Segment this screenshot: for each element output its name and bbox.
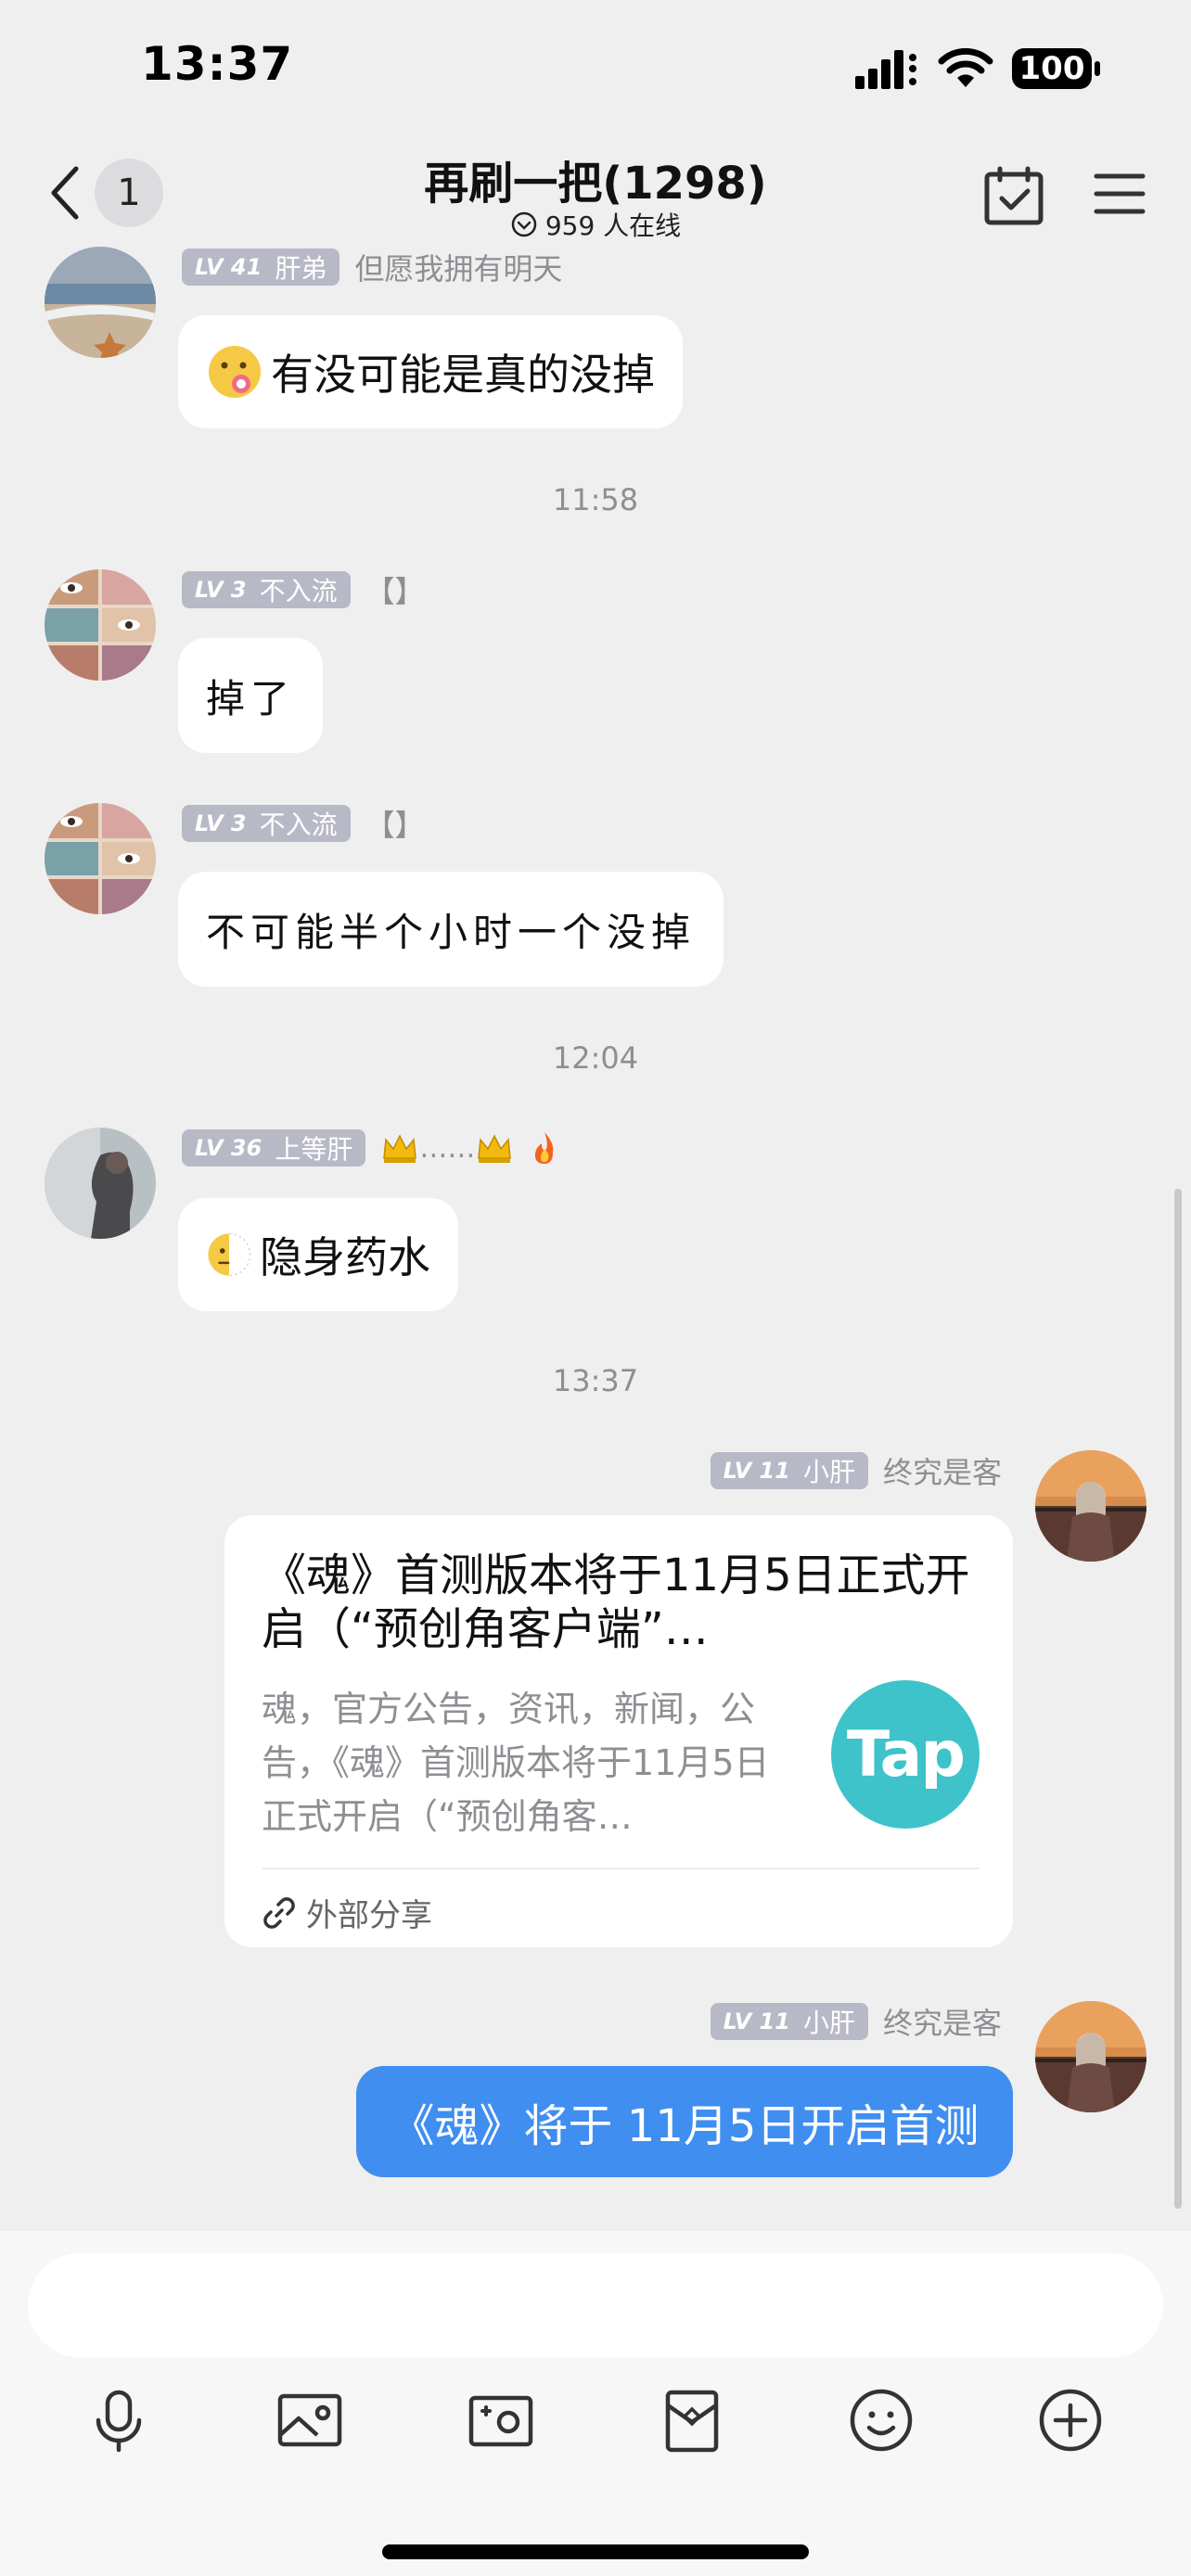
half-face-emoji-icon bbox=[208, 1232, 251, 1277]
sender-signature: 终究是客 bbox=[882, 2006, 1002, 2041]
lollipop-emoji-icon bbox=[209, 346, 261, 398]
input-area bbox=[0, 2231, 1191, 2576]
online-count-text: 959 人在线 bbox=[544, 210, 682, 241]
nav-bar: 1 再刷一把(1298) 959 人在线 bbox=[0, 139, 1191, 252]
link-card[interactable]: 《魂》首测版本将于11月5日正式开启（“预创角客户端”… 魂，官方公告，资讯，新… bbox=[224, 1515, 1013, 1947]
link-card-title: 《魂》首测版本将于11月5日正式开启（“预创角客户端”… bbox=[262, 1549, 970, 1655]
message-bubble[interactable]: 有没可能是真的没掉 bbox=[178, 315, 683, 428]
scrollbar[interactable] bbox=[1174, 1189, 1182, 2209]
avatar[interactable] bbox=[1035, 2001, 1146, 2112]
online-indicator-icon bbox=[511, 211, 537, 237]
link-card-source: 外部分享 bbox=[306, 1897, 432, 1934]
level-badge: LV 3 不入流 bbox=[182, 805, 351, 842]
timestamp: 13:37 bbox=[552, 1363, 639, 1398]
red-packet-button[interactable] bbox=[655, 2383, 729, 2457]
link-card-footer: 外部分享 bbox=[262, 1890, 432, 1935]
level-badge: LV 41 肝弟 bbox=[182, 249, 340, 286]
image-button[interactable] bbox=[273, 2383, 347, 2457]
plus-icon bbox=[1039, 2389, 1102, 2452]
sender-signature: 【】 bbox=[365, 808, 425, 843]
calendar-check-icon[interactable] bbox=[983, 165, 1044, 226]
image-icon bbox=[277, 2393, 342, 2447]
sender-meta: LV 3 不入流 【】 bbox=[182, 803, 425, 844]
sender-signature: 终究是客 bbox=[882, 1455, 1002, 1490]
message-input[interactable] bbox=[28, 2253, 1163, 2357]
sender-meta: LV 11 小肝 终究是客 bbox=[519, 1450, 1002, 1491]
crown-icon bbox=[383, 1134, 417, 1163]
camera-button[interactable] bbox=[464, 2383, 538, 2457]
sender-meta: LV 3 不入流 【】 bbox=[182, 569, 425, 610]
sender-meta: LV 36 上等肝 …… bbox=[182, 1128, 564, 1168]
sender-meta: LV 41 肝弟 但愿我拥有明天 bbox=[182, 247, 562, 287]
divider bbox=[262, 1868, 980, 1869]
microphone-icon bbox=[96, 2390, 142, 2453]
status-time: 13:37 bbox=[141, 37, 294, 91]
message-bubble[interactable]: 不可能半个小时一个没掉 bbox=[178, 872, 724, 987]
menu-icon[interactable] bbox=[1093, 167, 1146, 221]
fire-icon bbox=[535, 1132, 554, 1164]
camera-icon bbox=[468, 2395, 533, 2447]
message-bubble-self[interactable]: 《魂》将于 11月5日开启首测 bbox=[356, 2066, 1013, 2177]
message-text: 有没可能是真的没掉 bbox=[271, 350, 655, 400]
voice-button[interactable] bbox=[82, 2383, 156, 2457]
level-badge: LV 3 不入流 bbox=[182, 571, 351, 608]
message-text: 《魂》将于 11月5日开启首测 bbox=[390, 2100, 980, 2152]
sender-signature: 但愿我拥有明天 bbox=[354, 251, 563, 287]
level-badge: LV 11 小肝 bbox=[710, 2003, 868, 2040]
home-indicator[interactable] bbox=[382, 2544, 809, 2559]
emoji-button[interactable] bbox=[844, 2383, 918, 2457]
message-bubble[interactable]: 掉了 bbox=[178, 638, 324, 753]
message-text: 隐身药水 bbox=[260, 1232, 430, 1282]
avatar[interactable] bbox=[45, 247, 156, 358]
more-button[interactable] bbox=[1033, 2383, 1108, 2457]
wifi-icon bbox=[938, 47, 993, 87]
battery-level: 100 bbox=[1018, 50, 1085, 87]
message-bubble[interactable]: 隐身药水 bbox=[178, 1198, 458, 1311]
avatar[interactable] bbox=[45, 1128, 156, 1239]
avatar[interactable] bbox=[1035, 1450, 1146, 1562]
link-icon bbox=[263, 1896, 295, 1929]
message-text: 掉了 bbox=[206, 675, 296, 721]
avatar[interactable] bbox=[45, 803, 156, 914]
avatar[interactable] bbox=[45, 569, 156, 681]
tap-logo: Tap bbox=[831, 1680, 980, 1829]
chat-screen: 13:37 100 1 再刷一把(1298) 959 人在线 LV 41 肝弟 … bbox=[0, 0, 1191, 2576]
cellular-signal-icon bbox=[855, 50, 916, 89]
battery-icon: 100 bbox=[1011, 46, 1102, 91]
timestamp: 12:04 bbox=[552, 1040, 639, 1076]
sender-meta: LV 11 小肝 终究是客 bbox=[519, 2001, 1002, 2042]
timestamp: 11:58 bbox=[552, 482, 639, 517]
sender-signature: …… bbox=[380, 1129, 564, 1167]
emoji-icon bbox=[850, 2389, 913, 2452]
status-bar: 13:37 100 bbox=[0, 0, 1191, 139]
level-badge: LV 11 小肝 bbox=[710, 1452, 868, 1489]
sender-signature: 【】 bbox=[365, 574, 425, 609]
crown-icon bbox=[478, 1134, 512, 1163]
red-packet-icon bbox=[665, 2390, 719, 2453]
message-text: 不可能半个小时一个没掉 bbox=[206, 909, 697, 955]
level-badge: LV 36 上等肝 bbox=[182, 1129, 366, 1167]
link-card-description: 魂，官方公告，资讯，新闻，公告，《魂》首测版本将于11月5日正式开启（“预创角客… bbox=[262, 1689, 770, 1837]
